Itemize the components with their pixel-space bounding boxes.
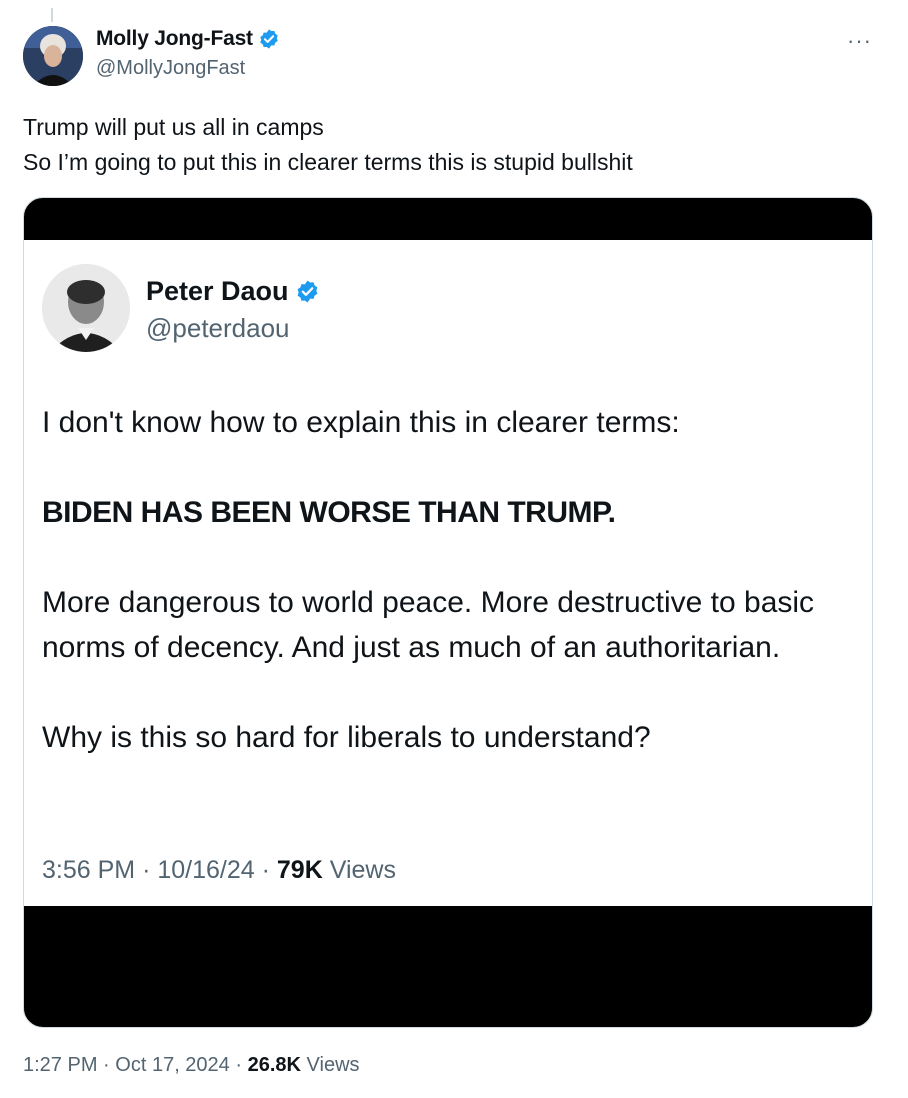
separator: · [261,856,270,884]
separator: · [103,1054,110,1076]
quoted-tweet-screenshot: Peter Daou @peterdaou I don't know how t… [24,240,872,906]
author-name[interactable]: Molly Jong-Fast [96,27,253,51]
quoted-paragraph-bold: BIDEN HAS BEEN WORSE THAN TRUMP. [42,496,616,529]
quoted-paragraph: More dangerous to world peace. More dest… [42,586,815,664]
quoted-author-avatar [42,264,130,352]
author-avatar[interactable] [23,26,83,86]
tweet-media-image[interactable]: Peter Daou @peterdaou I don't know how t… [23,197,873,1028]
quoted-tweet-meta: 3:56 PM · 10/16/24 · 79K Views [42,856,396,885]
quoted-tweet-body: I don't know how to explain this in clea… [42,400,852,805]
quoted-author-name: Peter Daou [146,276,289,306]
quoted-views-label: Views [329,856,396,884]
quoted-views-count: 79K [276,856,323,884]
quoted-paragraph: I don't know how to explain this in clea… [42,406,680,439]
thread-line [51,8,53,22]
tweet-meta: 1:27 PM · Oct 17, 2024 · 26.8K Views [23,1054,360,1077]
verified-badge-icon [297,280,317,303]
tweet-text-line: Trump will put us all in camps [23,114,324,140]
views-label: Views [306,1054,360,1076]
tweet-date[interactable]: Oct 17, 2024 [115,1054,230,1076]
quoted-author-handle: @peterdaou [146,313,290,343]
quoted-date: 10/16/24 [157,856,255,884]
more-options-icon[interactable]: ··· [847,28,872,54]
quoted-author-info: Peter Daou @peterdaou [146,276,320,344]
views-count[interactable]: 26.8K [248,1054,301,1076]
tweet-time[interactable]: 1:27 PM [23,1054,97,1076]
verified-badge-icon [260,29,278,49]
author-handle[interactable]: @MollyJongFast [96,57,280,80]
quoted-time: 3:56 PM [42,856,136,884]
tweet-text: Trump will put us all in camps So I’m go… [23,110,873,180]
tweet-text-line: So I’m going to put this in clearer term… [23,149,633,175]
author-info: Molly Jong-Fast @MollyJongFast [96,27,280,80]
separator: · [235,1054,243,1076]
quoted-paragraph: Why is this so hard for liberals to unde… [42,721,651,754]
separator: · [142,856,151,884]
